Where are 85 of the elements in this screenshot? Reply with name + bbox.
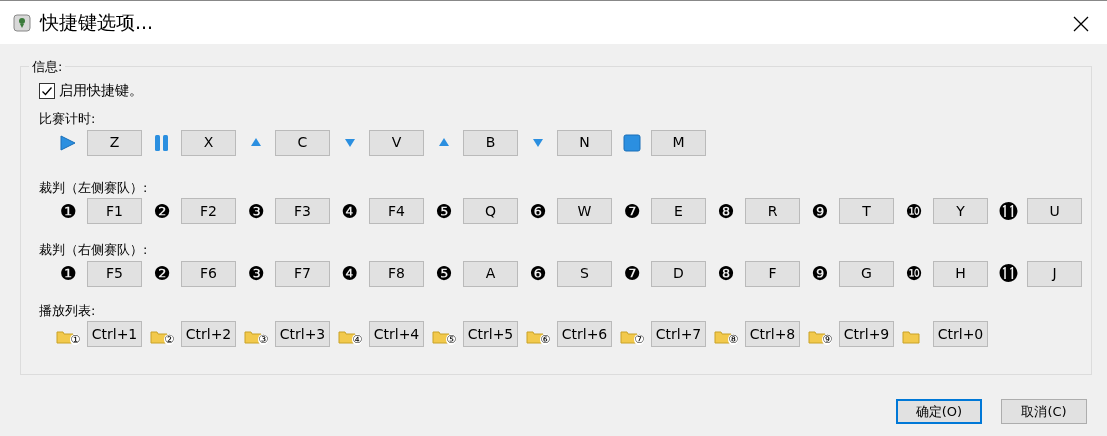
hotkey-button[interactable]: R bbox=[745, 198, 800, 224]
hotkey-button[interactable]: Ctrl+9 bbox=[839, 321, 894, 347]
hotkey-button[interactable]: F6 bbox=[181, 260, 236, 287]
number-marker: ❻ bbox=[529, 201, 547, 221]
number-marker: ❸ bbox=[247, 201, 265, 221]
number-badge: ① bbox=[70, 334, 80, 345]
app-icon bbox=[12, 12, 32, 33]
number-marker: ❶ bbox=[59, 201, 77, 221]
hotkey-button[interactable]: F4 bbox=[369, 198, 424, 224]
number-marker: ❺ bbox=[435, 264, 453, 283]
number-badge: ⑧ bbox=[728, 334, 738, 345]
hotkey-button[interactable]: Ctrl+7 bbox=[651, 321, 706, 347]
hotkey-button[interactable]: H bbox=[933, 260, 988, 287]
hotkey-button[interactable]: U bbox=[1027, 198, 1082, 224]
number-badge: ⑥ bbox=[540, 334, 550, 345]
number-marker: ❺ bbox=[435, 201, 453, 221]
hotkey-button[interactable]: Ctrl+2 bbox=[181, 321, 236, 347]
hotkey-button[interactable]: T bbox=[839, 198, 894, 224]
hotkey-button[interactable]: Ctrl+4 bbox=[369, 321, 424, 347]
hotkey-button[interactable]: Ctrl+0 bbox=[933, 321, 988, 347]
hotkey-button[interactable]: F7 bbox=[275, 260, 330, 287]
hotkey-button[interactable]: Y bbox=[933, 198, 988, 224]
number-marker: ❶ bbox=[59, 264, 77, 283]
number-marker: ❾ bbox=[811, 201, 829, 221]
hotkey-button[interactable]: Ctrl+3 bbox=[275, 321, 330, 347]
hotkey-button[interactable]: Z bbox=[87, 129, 142, 156]
hotkey-button[interactable]: Q bbox=[463, 198, 518, 224]
number-marker: ⓫ bbox=[998, 264, 1018, 283]
number-marker: ❹ bbox=[341, 264, 359, 283]
section-label: 播放列表: bbox=[39, 301, 97, 320]
hotkey-button[interactable]: Ctrl+6 bbox=[557, 321, 612, 347]
number-marker: ❼ bbox=[623, 201, 641, 221]
hotkey-button[interactable]: B bbox=[463, 129, 518, 156]
hotkey-button[interactable]: A bbox=[463, 260, 518, 287]
number-marker: ❾ bbox=[811, 264, 829, 283]
hotkey-button[interactable]: W bbox=[557, 198, 612, 224]
window-title: 快捷键选项... bbox=[40, 10, 154, 36]
hotkey-button[interactable]: N bbox=[557, 129, 612, 156]
hotkey-button[interactable]: F3 bbox=[275, 198, 330, 224]
close-icon bbox=[1073, 15, 1089, 32]
hotkey-button[interactable]: C bbox=[275, 129, 330, 156]
hotkey-button[interactable]: V bbox=[369, 129, 424, 156]
folder-icon bbox=[902, 330, 920, 344]
number-badge: ⑦ bbox=[634, 334, 644, 345]
hotkey-button[interactable]: S bbox=[557, 260, 612, 287]
hotkey-button[interactable]: F bbox=[745, 260, 800, 287]
hotkey-button[interactable]: F8 bbox=[369, 260, 424, 287]
number-badge: ⑨ bbox=[822, 334, 832, 345]
section-label: 裁判（右侧赛队）: bbox=[39, 241, 149, 259]
checkbox[interactable] bbox=[39, 82, 55, 99]
number-marker: ❷ bbox=[153, 264, 171, 283]
hotkey-button[interactable]: F1 bbox=[87, 198, 142, 224]
number-marker: ❿ bbox=[905, 201, 923, 221]
hotkey-button[interactable]: E bbox=[651, 198, 706, 224]
hotkey-button[interactable]: Ctrl+8 bbox=[745, 321, 800, 347]
number-badge: ④ bbox=[352, 334, 362, 345]
number-marker: ❹ bbox=[341, 201, 359, 221]
number-marker: ❻ bbox=[529, 264, 547, 283]
section-label: 裁判（左侧赛队）: bbox=[39, 178, 149, 197]
hotkey-button[interactable]: J bbox=[1027, 260, 1082, 287]
number-marker: ⓫ bbox=[998, 201, 1018, 221]
number-marker: ❼ bbox=[623, 264, 641, 283]
dialog-button[interactable]: 确定(O) bbox=[896, 399, 982, 424]
dialog-button[interactable]: 取消(C) bbox=[1001, 399, 1087, 424]
hotkey-button[interactable]: G bbox=[839, 260, 894, 287]
number-badge: ② bbox=[164, 334, 174, 345]
number-marker: ❽ bbox=[717, 201, 735, 221]
hotkey-button[interactable]: D bbox=[651, 260, 706, 287]
hotkey-button[interactable]: F5 bbox=[87, 260, 142, 287]
number-marker: ❷ bbox=[153, 201, 171, 221]
section-label: 比赛计时: bbox=[39, 110, 97, 128]
number-badge: ③ bbox=[258, 334, 268, 345]
hotkey-button[interactable]: Ctrl+5 bbox=[463, 321, 518, 347]
checkbox-label: 启用快捷键。 bbox=[59, 81, 143, 100]
number-marker: ❿ bbox=[905, 264, 923, 283]
hotkey-button[interactable]: F2 bbox=[181, 198, 236, 224]
number-marker: ❽ bbox=[717, 264, 735, 283]
pause-icon bbox=[153, 133, 171, 152]
hotkey-button[interactable]: X bbox=[181, 129, 236, 156]
hotkey-button[interactable]: Ctrl+1 bbox=[87, 321, 142, 347]
number-badge: ⑤ bbox=[446, 334, 456, 345]
hotkey-button[interactable]: M bbox=[651, 129, 706, 156]
play-icon bbox=[59, 133, 77, 152]
stop-icon bbox=[623, 133, 641, 152]
number-marker: ❸ bbox=[247, 264, 265, 283]
